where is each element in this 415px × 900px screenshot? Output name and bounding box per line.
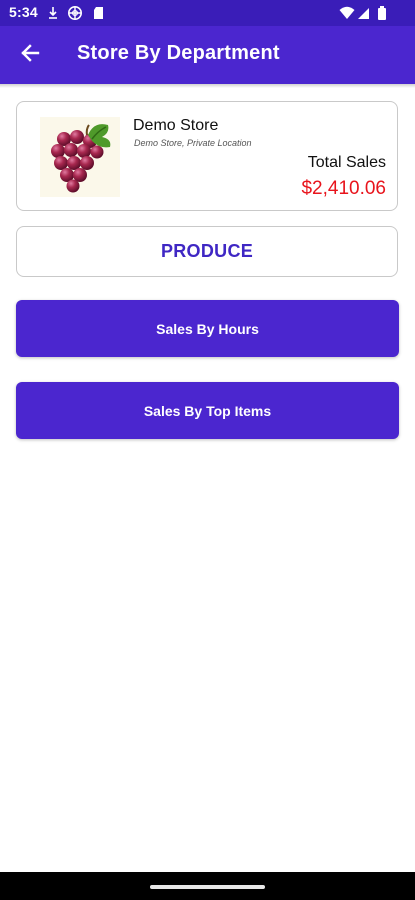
store-card: Demo Store Demo Store, Private Location …	[16, 101, 398, 211]
status-time: 5:34	[9, 4, 38, 20]
home-gesture-handle[interactable]	[150, 885, 265, 889]
status-bar: 5:34	[0, 0, 415, 26]
download-icon	[45, 5, 61, 21]
store-location: Demo Store, Private Location	[134, 138, 252, 148]
globe-icon	[67, 5, 83, 21]
signal-icon	[356, 5, 372, 21]
total-sales-label: Total Sales	[307, 154, 386, 171]
navigation-bar	[0, 872, 415, 900]
department-card: PRODUCE	[16, 226, 398, 277]
page-title: Store By Department	[77, 42, 280, 64]
wifi-icon	[339, 5, 355, 21]
store-name: Demo Store	[133, 117, 219, 134]
sd-card-icon	[91, 5, 107, 21]
arrow-left-icon	[19, 42, 41, 69]
app-bar: Store By Department	[0, 26, 415, 84]
department-name: PRODUCE	[160, 241, 254, 261]
app-bar-shadow	[0, 84, 415, 88]
sales-by-top-items-button[interactable]: Sales By Top Items	[16, 382, 399, 439]
battery-icon	[374, 5, 390, 21]
grapes-image	[40, 117, 120, 197]
back-button[interactable]	[10, 35, 50, 75]
total-sales-value: $2,410.06	[301, 178, 386, 199]
sales-by-hours-button[interactable]: Sales By Hours	[16, 300, 399, 357]
